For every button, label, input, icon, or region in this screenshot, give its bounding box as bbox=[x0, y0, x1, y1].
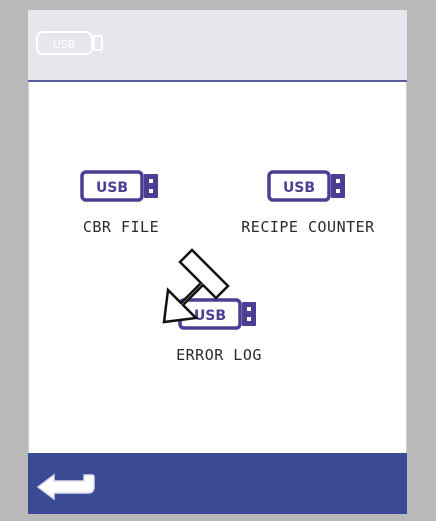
error-log-label: ERROR LOG bbox=[176, 346, 262, 364]
bottom-bar bbox=[28, 453, 407, 514]
device-screen: USB USB CBR FILE USB RECIPE COUNTER USB … bbox=[28, 10, 407, 514]
usb-text: USB bbox=[283, 180, 315, 196]
usb-drive-outline-icon: USB bbox=[36, 31, 103, 55]
recipe-counter-label: RECIPE COUNTER bbox=[241, 218, 375, 236]
back-arrow-icon[interactable] bbox=[34, 467, 98, 501]
content-area: USB CBR FILE USB RECIPE COUNTER USB ERRO… bbox=[28, 82, 407, 453]
recipe-counter-button[interactable]: USB RECIPE COUNTER bbox=[218, 170, 398, 236]
usb-drive-icon: USB bbox=[267, 170, 345, 202]
header-usb-text: USB bbox=[53, 38, 76, 51]
down-left-arrow-icon bbox=[162, 248, 230, 324]
top-bar: USB bbox=[28, 10, 407, 82]
cbr-file-button[interactable]: USB CBR FILE bbox=[46, 170, 196, 236]
usb-drive-icon: USB bbox=[80, 170, 158, 202]
usb-text: USB bbox=[96, 180, 128, 196]
cbr-file-label: CBR FILE bbox=[82, 218, 160, 236]
